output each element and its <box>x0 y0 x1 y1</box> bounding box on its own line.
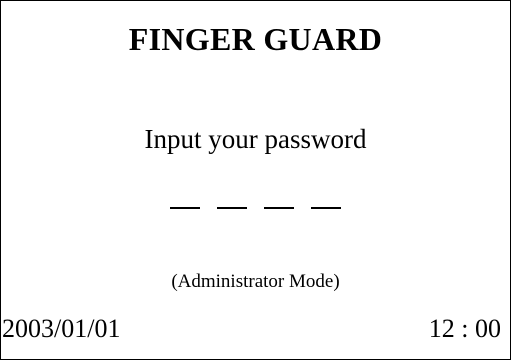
date-display: 2003/01/01 <box>2 314 121 343</box>
mode-label: (Administrator Mode) <box>171 271 340 292</box>
password-digit-slot-4 <box>311 207 341 209</box>
password-entry[interactable] <box>1 207 510 209</box>
password-digit-slot-2 <box>217 207 247 209</box>
time-display: 12 : 00 <box>428 314 501 343</box>
password-prompt: Input your password <box>144 124 367 154</box>
app-title: FINGER GUARD <box>128 21 383 57</box>
device-display: FINGER GUARD Input your password (Admini… <box>0 0 511 360</box>
password-digit-slot-3 <box>264 207 294 209</box>
password-digit-slot-1 <box>170 207 200 209</box>
